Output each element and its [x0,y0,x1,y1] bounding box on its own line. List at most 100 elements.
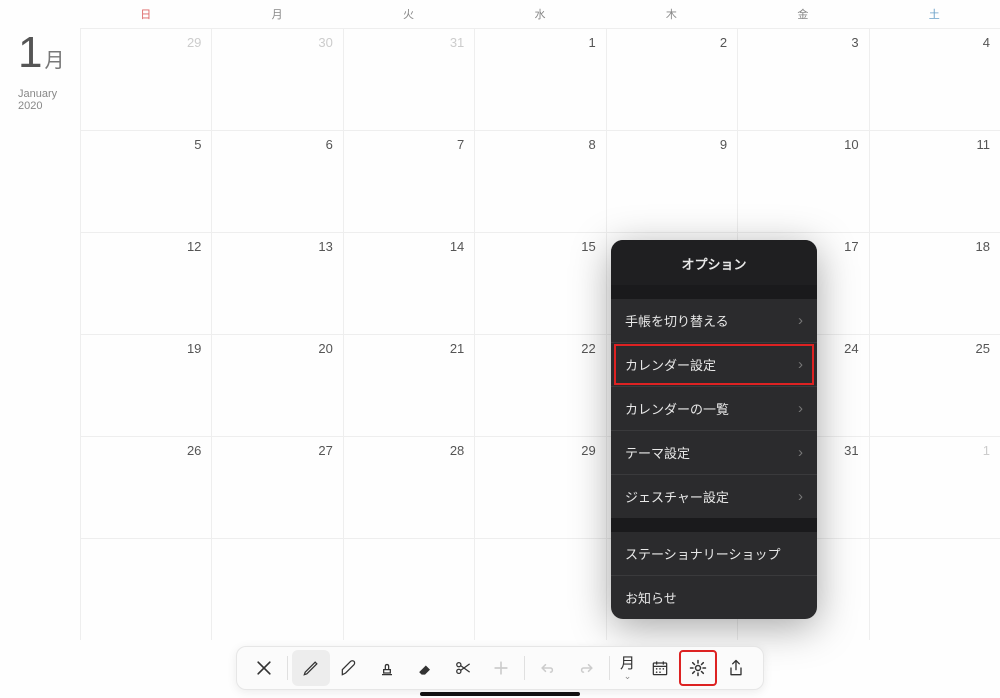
day-number: 20 [318,341,332,356]
popover-item[interactable]: 手帳を切り替える› [611,299,817,342]
calendar-cell[interactable] [343,538,474,640]
redo-button[interactable] [567,650,605,686]
weekday-label: 金 [737,6,868,22]
chevron-right-icon: › [798,400,803,417]
close-icon [254,658,274,678]
day-number: 10 [844,137,858,152]
calendar-cell[interactable]: 12 [80,232,211,334]
calendar-cell[interactable] [211,538,342,640]
popover-item[interactable]: お知らせ [611,575,817,619]
add-button[interactable] [482,650,520,686]
calendar-cell[interactable]: 1 [474,28,605,130]
weekday-label: 土 [869,6,1000,22]
calendar-cell[interactable]: 29 [80,28,211,130]
calendar-cell[interactable]: 8 [474,130,605,232]
toolbar-separator [287,656,288,680]
calendar-grid: 2930311234567891011121314151617181920212… [80,28,1000,640]
calendar-cell[interactable] [80,538,211,640]
day-number: 24 [844,341,858,356]
popover-item-label: カレンダーの一覧 [625,399,729,418]
calendar-cell[interactable]: 15 [474,232,605,334]
calendar-cell[interactable]: 26 [80,436,211,538]
day-number: 13 [318,239,332,254]
calendar-cell[interactable]: 21 [343,334,474,436]
popover-separator [611,285,817,299]
popover-item[interactable]: カレンダーの一覧 › [611,386,817,430]
eraser-tool[interactable] [406,650,444,686]
day-number: 7 [457,137,464,152]
day-number: 26 [187,443,201,458]
day-number: 31 [844,443,858,458]
day-number: 14 [450,239,464,254]
close-button[interactable] [245,650,283,686]
share-icon [726,658,746,678]
calendar-cell[interactable]: 1 [869,436,1000,538]
view-month-button[interactable]: 月 ⌄ [614,650,641,686]
day-number: 12 [187,239,201,254]
popover-item-label: カレンダー設定 [625,355,716,374]
pencil-icon [301,658,321,678]
calendar-cell[interactable] [474,538,605,640]
month-number: 1 [18,28,42,78]
chevron-right-icon: › [798,356,803,373]
day-number: 19 [187,341,201,356]
toolbar: 月 ⌄ [236,646,764,690]
calendar-cell[interactable]: 11 [869,130,1000,232]
calendar-cell[interactable]: 31 [343,28,474,130]
calendar-cell[interactable]: 19 [80,334,211,436]
weekday-label: 火 [343,6,474,22]
chevron-right-icon: › [798,488,803,505]
calendar-cell[interactable]: 3 [737,28,868,130]
calendar-cell[interactable]: 25 [869,334,1000,436]
popover-item-label: お知らせ [625,588,677,607]
share-button[interactable] [717,650,755,686]
redo-icon [576,658,596,678]
popover-separator [611,518,817,532]
day-number: 27 [318,443,332,458]
plus-icon [491,658,511,678]
popover-item[interactable]: テーマ設定› [611,430,817,474]
calendar-cell[interactable]: 20 [211,334,342,436]
stamp-tool[interactable] [368,650,406,686]
calendar-cell[interactable]: 10 [737,130,868,232]
calendar-cell[interactable]: 14 [343,232,474,334]
settings-button[interactable] [679,650,717,686]
calendar-cell[interactable]: 9 [606,130,737,232]
pencil-tool[interactable] [292,650,330,686]
calendar: 日月火水木金土 29303112345678910111213141516171… [80,0,1000,640]
calendar-cell[interactable]: 22 [474,334,605,436]
weekday-label: 木 [606,6,737,22]
undo-button[interactable] [529,650,567,686]
calendar-cell[interactable]: 29 [474,436,605,538]
month-header: 1月 January 2020 [18,28,64,112]
popover-item-label: ステーショナリーショップ [625,544,780,563]
calendar-cell[interactable]: 2 [606,28,737,130]
stamp-icon [377,658,397,678]
calendar-cell[interactable]: 28 [343,436,474,538]
day-number: 25 [976,341,990,356]
calendar-cell[interactable]: 18 [869,232,1000,334]
scissors-tool[interactable] [444,650,482,686]
day-number: 4 [983,35,990,50]
popover-item[interactable]: ステーショナリーショップ [611,532,817,575]
view-month-label: 月 [620,656,635,671]
calendar-cell[interactable]: 27 [211,436,342,538]
month-english: January [18,88,64,100]
calendar-cell[interactable] [869,538,1000,640]
calendar-cell[interactable]: 30 [211,28,342,130]
popover-item[interactable]: カレンダー設定 › [611,342,817,386]
day-number: 2 [720,35,727,50]
calendar-button[interactable] [641,650,679,686]
calendar-cell[interactable]: 6 [211,130,342,232]
month-suffix: 月 [44,50,64,72]
calendar-cell[interactable]: 4 [869,28,1000,130]
calendar-cell[interactable]: 13 [211,232,342,334]
undo-icon [538,658,558,678]
calendar-cell[interactable]: 5 [80,130,211,232]
weekday-label: 日 [80,6,211,22]
calendar-cell[interactable]: 7 [343,130,474,232]
pen-tool[interactable] [330,650,368,686]
day-number: 6 [326,137,333,152]
popover-item[interactable]: ジェスチャー設定› [611,474,817,518]
day-number: 9 [720,137,727,152]
